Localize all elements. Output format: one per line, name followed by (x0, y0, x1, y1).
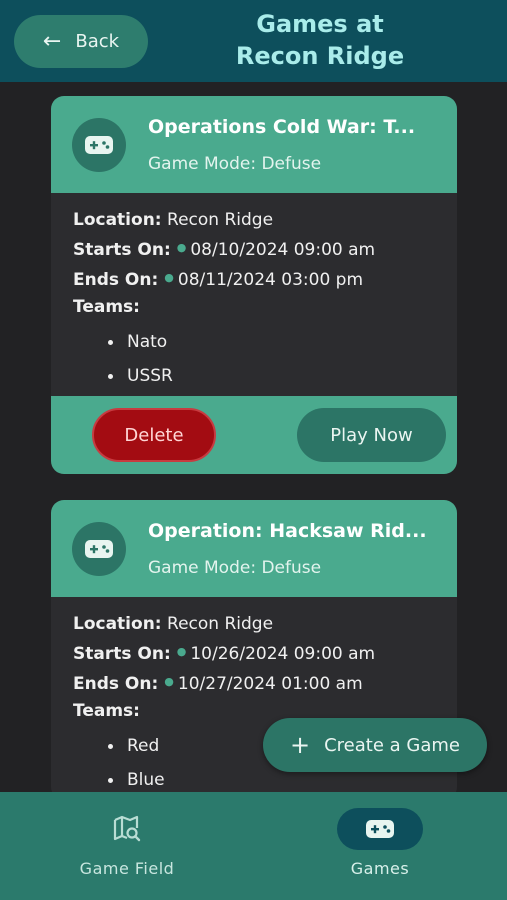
games-list[interactable]: Operations Cold War: T... Game Mode: Def… (0, 82, 507, 792)
teams-list: Nato USSR (73, 325, 435, 393)
game-mode: Game Mode: Defuse (148, 154, 322, 174)
game-title: Operation: Hacksaw Rid... (148, 520, 427, 542)
map-search-icon (84, 808, 170, 850)
ends-row: Ends On: ● 10/27/2024 01:00 am (73, 674, 363, 694)
app-header: ← Back Games at Recon Ridge (0, 0, 507, 82)
location-row: Location: Recon Ridge (73, 614, 274, 634)
plus-icon: + (290, 731, 311, 759)
back-button[interactable]: ← Back (14, 15, 148, 68)
gamepad-icon (337, 808, 423, 850)
back-button-label: Back (75, 31, 120, 52)
list-item: Nato (73, 325, 435, 359)
create-game-button[interactable]: + Create a Game (263, 718, 487, 772)
game-details: Location: Recon Ridge Starts On: ● 08/10/2… (51, 193, 457, 396)
page-title: Games at Recon Ridge (235, 10, 405, 70)
bottom-nav: Game Field Games (0, 792, 507, 900)
game-card: Operations Cold War: T... Game Mode: Def… (51, 96, 457, 474)
nav-item-games[interactable]: Games (300, 808, 460, 878)
teams-label: Teams: (73, 297, 140, 317)
ends-row: Ends On: ● 08/11/2024 03:00 pm (73, 270, 364, 290)
delete-button[interactable]: Delete (92, 408, 216, 462)
game-card-actions: Delete Play Now (51, 396, 457, 474)
gamepad-icon (72, 118, 126, 172)
nav-label-game-field: Game Field (79, 859, 175, 878)
dot-icon: ● (176, 241, 187, 254)
arrow-left-icon: ← (42, 28, 62, 54)
game-card-header[interactable]: Operations Cold War: T... Game Mode: Def… (51, 96, 457, 193)
nav-label-games: Games (350, 859, 410, 878)
nav-item-game-field[interactable]: Game Field (47, 808, 207, 878)
dot-icon: ● (176, 645, 187, 658)
dot-icon: ● (164, 271, 174, 284)
location-row: Location: Recon Ridge (73, 210, 274, 230)
starts-row: Starts On: ● 08/10/2024 09:00 am (73, 240, 376, 260)
game-card-header[interactable]: Operation: Hacksaw Rid... Game Mode: Def… (51, 500, 457, 597)
game-mode: Game Mode: Defuse (148, 558, 322, 578)
create-game-label: Create a Game (324, 734, 460, 756)
starts-row: Starts On: ● 10/26/2024 09:00 am (73, 644, 376, 664)
game-title: Operations Cold War: T... (148, 116, 416, 138)
gamepad-icon (72, 522, 126, 576)
dot-icon: ● (164, 675, 174, 688)
play-now-button[interactable]: Play Now (297, 408, 446, 462)
list-item: USSR (73, 359, 435, 393)
